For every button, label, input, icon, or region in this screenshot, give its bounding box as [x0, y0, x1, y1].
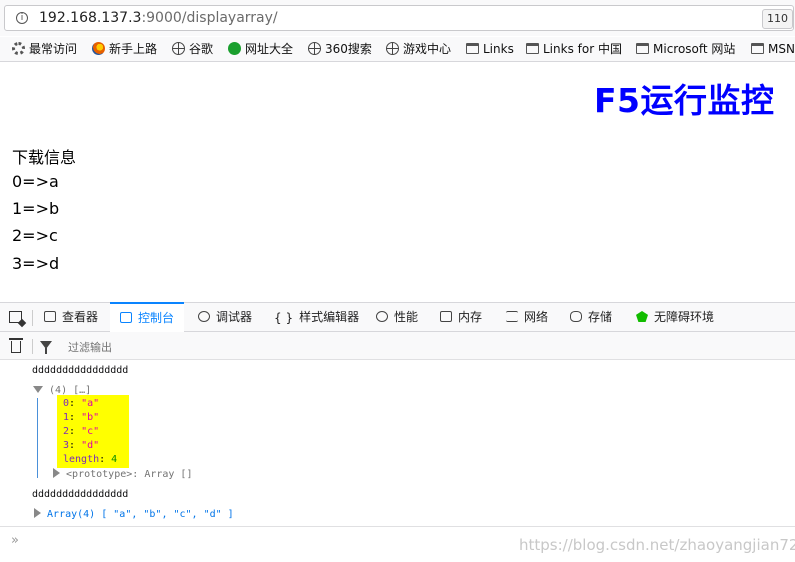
folder-icon: [751, 43, 764, 54]
globe-icon: [308, 42, 321, 55]
url-bar[interactable]: i 192.168.137.3:9000/displayarray/ 110: [4, 5, 794, 31]
inspector-icon: [44, 311, 56, 322]
element-picker-icon[interactable]: [9, 311, 22, 323]
filter-icon[interactable]: [40, 341, 52, 354]
expand-toggle-icon[interactable]: [33, 386, 43, 393]
bookmark-most-visited[interactable]: 最常访问: [12, 41, 77, 58]
bookmark-web-directory[interactable]: 网址大全: [228, 41, 293, 58]
divider: [32, 310, 33, 326]
url-text[interactable]: 192.168.137.3:9000/displayarray/: [39, 10, 278, 26]
console-icon: [120, 312, 132, 323]
tab-network[interactable]: 网络: [506, 303, 548, 331]
gear-icon: [12, 42, 25, 55]
divider: [32, 339, 33, 354]
folder-icon: [466, 43, 479, 54]
accessibility-icon: [636, 311, 648, 322]
expand-toggle-icon[interactable]: [34, 508, 41, 518]
tab-accessibility[interactable]: 无障碍环境: [636, 303, 714, 331]
bookmark-getting-started[interactable]: 新手上路: [92, 41, 157, 58]
tab-performance[interactable]: 性能: [376, 303, 418, 331]
url-toolbar: i 192.168.137.3:9000/displayarray/ 110: [0, 0, 795, 36]
zoom-indicator[interactable]: 110: [762, 9, 793, 29]
bookmark-links-china[interactable]: Links for 中国: [526, 41, 622, 58]
prompt-chevron-icon: »: [11, 533, 19, 548]
array-entry[interactable]: 2: "c": [63, 426, 99, 437]
download-heading: 下载信息: [12, 148, 77, 167]
folder-icon: [526, 43, 539, 54]
database-icon: [570, 311, 582, 322]
nav-icon: [228, 42, 241, 55]
devtools-tabbar: 查看器 控制台 调试器 { } 样式编辑器 性能 内存 网络 存储 无障碍环境: [0, 302, 795, 332]
bookmark-game-center[interactable]: 游戏中心: [386, 41, 451, 58]
gauge-icon: [376, 311, 388, 322]
bookmark-microsoft[interactable]: Microsoft 网站: [636, 41, 735, 58]
memory-icon: [440, 311, 452, 322]
array-entry[interactable]: 3: "d": [63, 440, 99, 451]
tab-inspector[interactable]: 查看器: [44, 303, 98, 331]
network-icon: [506, 311, 518, 322]
watermark: https://blog.csdn.net/zhaoyangjian724: [519, 536, 795, 554]
url-host: 192.168.137.3: [39, 10, 142, 26]
expand-toggle-icon[interactable]: [53, 468, 60, 478]
tree-guide-line: [37, 398, 38, 478]
collapsed-array[interactable]: Array(4) [ "a", "b", "c", "d" ]: [34, 508, 234, 520]
tab-storage[interactable]: 存储: [570, 303, 612, 331]
trash-icon[interactable]: [9, 338, 23, 353]
bookmark-google[interactable]: 谷歌: [172, 41, 213, 58]
array-line: 3=>d: [12, 254, 60, 273]
array-length[interactable]: length: 4: [63, 454, 117, 465]
console-output: dddddddddddddddd (4) […] 0: "a" 1: "b" 2…: [0, 360, 795, 526]
array-header[interactable]: (4) […]: [33, 385, 91, 396]
globe-icon: [386, 42, 399, 55]
console-log-message: dddddddddddddddd: [32, 365, 129, 376]
array-entry[interactable]: 0: "a": [63, 398, 99, 409]
console-log-message: dddddddddddddddd: [32, 489, 129, 500]
bookmark-msn[interactable]: MSN: [751, 41, 795, 58]
braces-icon: { }: [274, 311, 294, 325]
folder-icon: [636, 43, 649, 54]
globe-icon: [172, 42, 185, 55]
info-icon[interactable]: i: [16, 12, 28, 24]
tab-memory[interactable]: 内存: [440, 303, 482, 331]
url-path: :9000/displayarray/: [141, 10, 278, 26]
tab-debugger[interactable]: 调试器: [198, 303, 252, 331]
bookmark-links[interactable]: Links: [466, 41, 514, 58]
bookmarks-bar: 最常访问 新手上路 谷歌 网址大全 360搜索 游戏中心 Links Links…: [0, 37, 795, 62]
array-line: 0=>a: [12, 172, 59, 191]
array-line: 2=>c: [12, 226, 58, 245]
bookmark-360-search[interactable]: 360搜索: [308, 41, 372, 58]
prototype-row[interactable]: <prototype>: Array []: [53, 468, 192, 480]
filter-input[interactable]: 过滤输出: [68, 339, 112, 355]
firefox-icon: [92, 42, 105, 55]
console-filter-bar: 过滤输出: [0, 332, 795, 360]
debugger-icon: [198, 311, 210, 322]
array-line: 1=>b: [12, 199, 60, 218]
page-title: F5运行监控: [594, 81, 775, 120]
array-entry[interactable]: 1: "b": [63, 412, 99, 423]
tab-console[interactable]: 控制台: [110, 302, 185, 332]
tab-style-editor[interactable]: { } 样式编辑器: [274, 303, 359, 331]
